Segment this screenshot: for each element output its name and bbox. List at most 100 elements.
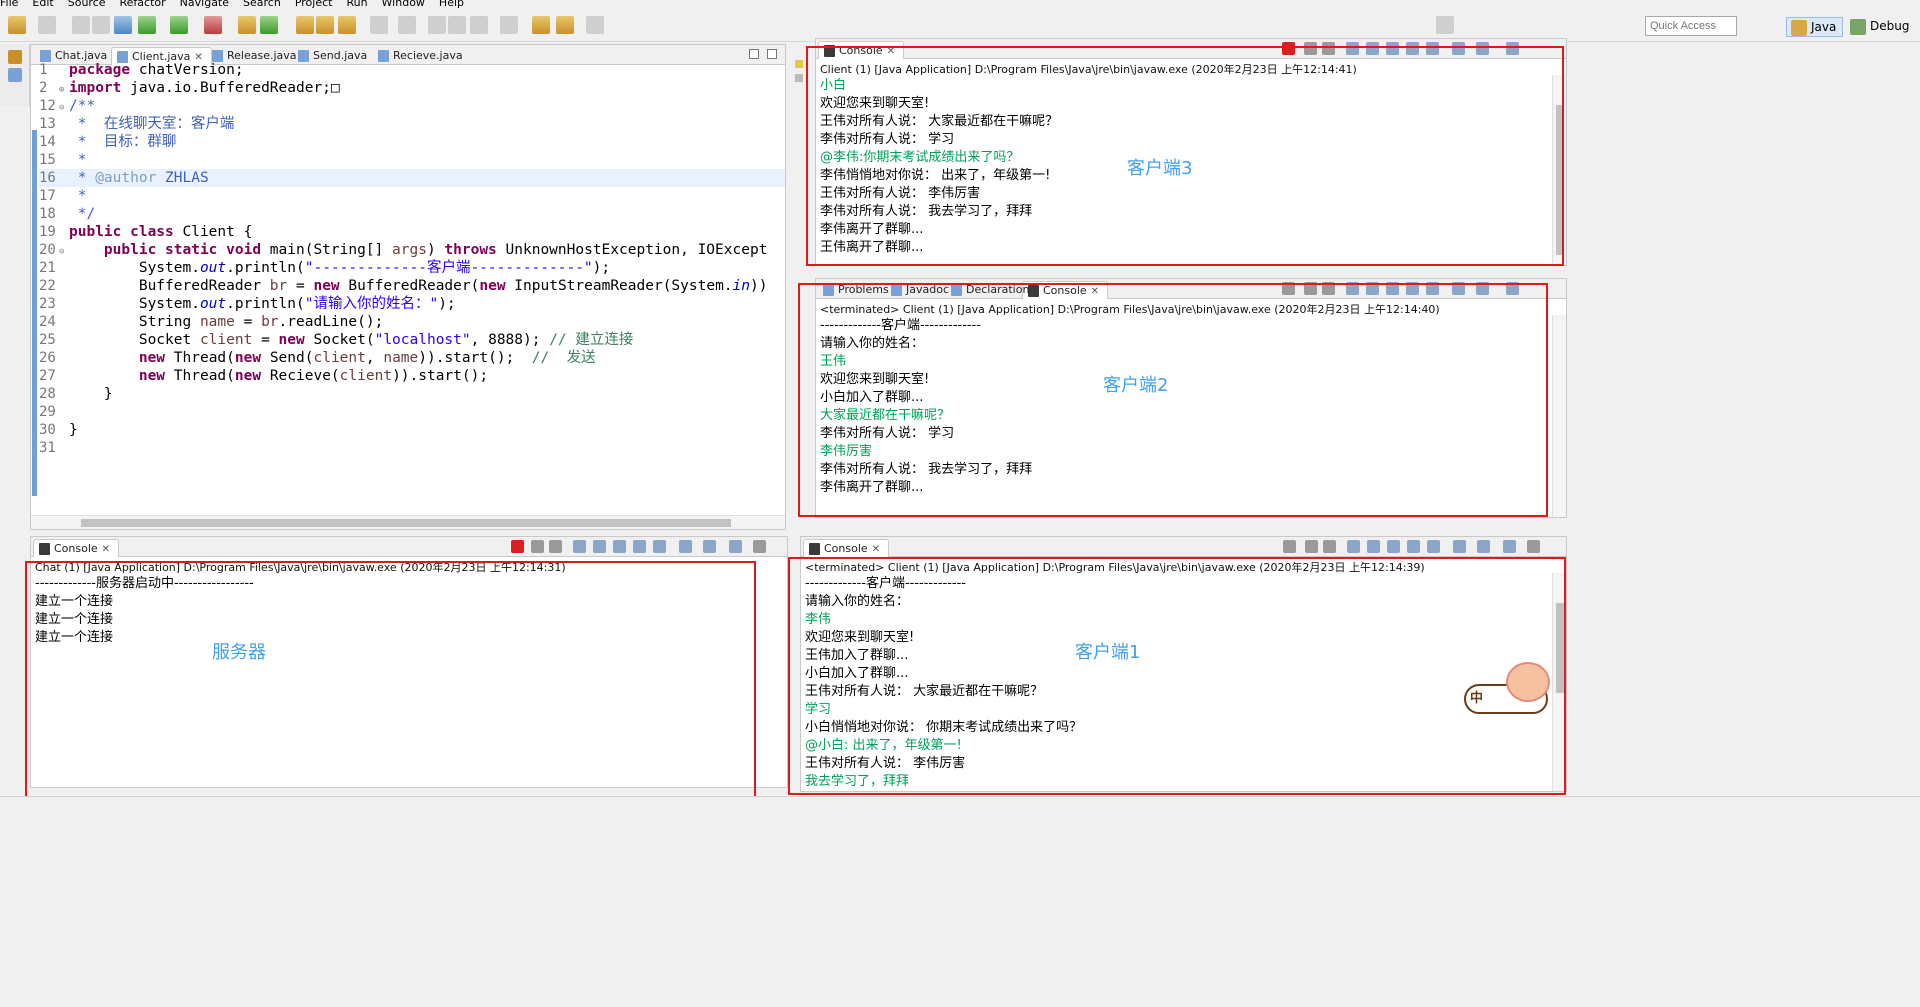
coverage-icon[interactable]	[204, 16, 222, 34]
code-line[interactable]: 29	[39, 403, 785, 421]
back-icon[interactable]	[556, 16, 574, 34]
display-console-icon[interactable]	[1477, 540, 1490, 553]
menu-item-edit[interactable]: Edit	[32, 0, 53, 8]
clear-console-icon[interactable]	[573, 540, 586, 553]
code-line[interactable]: 24 String name = br.readLine();	[39, 313, 785, 331]
line-number: 22	[39, 278, 56, 294]
menu-item-navigate[interactable]: Navigate	[180, 0, 229, 8]
code-line[interactable]: 2 ⊕ import java.io.BufferedReader;□	[39, 79, 785, 97]
external-tools-icon[interactable]	[260, 16, 278, 34]
scroll-thumb[interactable]	[81, 519, 731, 527]
remove-all-icon[interactable]	[1323, 540, 1336, 553]
code-line[interactable]: 16 * @author ZHLAS	[39, 169, 785, 187]
display-console-icon[interactable]	[703, 540, 716, 553]
code-line[interactable]: 18 */	[39, 205, 785, 223]
open-folder-icon[interactable]	[296, 16, 314, 34]
code-line[interactable]: 12 ⊖/**	[39, 97, 785, 115]
minimize-icon[interactable]	[749, 49, 759, 59]
code-line[interactable]: 30}	[39, 421, 785, 439]
editor-horizontal-scrollbar[interactable]	[31, 515, 785, 529]
code-line[interactable]: 14 * 目标：群聊	[39, 133, 785, 151]
search-icon[interactable]	[338, 16, 356, 34]
code-line[interactable]: 23 System.out.println("请输入你的姓名：");	[39, 295, 785, 313]
clear-console-icon[interactable]	[1347, 540, 1360, 553]
remove-launch-icon[interactable]	[1305, 540, 1318, 553]
next-annotation-icon[interactable]	[470, 16, 488, 34]
close-icon[interactable]: ✕	[102, 544, 110, 555]
menu-item-window[interactable]: Window	[382, 0, 425, 8]
terminate-icon[interactable]	[511, 540, 524, 553]
word-wrap-icon[interactable]	[613, 540, 626, 553]
code-area[interactable]: 1 package chatVersion; 2 ⊕ import java.io.Bu…	[39, 61, 785, 515]
code-text: new Thread(new Recieve(client)).start();	[138, 368, 489, 384]
new-java-project-icon[interactable]	[238, 16, 256, 34]
minimize-icon[interactable]	[753, 540, 766, 553]
menu-item-run[interactable]: Run	[346, 0, 367, 8]
new-file-icon[interactable]	[8, 16, 26, 34]
menu-item-help[interactable]: Help	[439, 0, 464, 8]
open-console-icon[interactable]	[1503, 540, 1516, 553]
open-perspective-icon[interactable]	[1436, 16, 1454, 34]
show-on-error-icon[interactable]	[653, 540, 666, 553]
warning-marker-icon[interactable]	[795, 60, 803, 68]
console-vertical-scrollbar[interactable]	[1552, 315, 1566, 517]
show-on-output-icon[interactable]	[633, 540, 646, 553]
code-line[interactable]: 26 new Thread(new Send(client, name)).st…	[39, 349, 785, 367]
menu-item-project[interactable]: Project	[295, 0, 333, 8]
outline-icon[interactable]	[8, 68, 22, 82]
open-console-icon[interactable]	[729, 540, 742, 553]
code-line[interactable]: 15 *	[39, 151, 785, 169]
code-line[interactable]: 21 System.out.println("-------------客户端-…	[39, 259, 785, 277]
menu-item-source[interactable]: Source	[68, 0, 106, 8]
tab-console[interactable]: Console ✕	[803, 539, 890, 557]
maximize-icon[interactable]	[767, 49, 777, 59]
menu-item-refactor[interactable]: Refactor	[120, 0, 166, 8]
remove-launch-icon[interactable]	[531, 540, 544, 553]
debug-icon[interactable]	[138, 16, 156, 34]
menu-item-search[interactable]: Search	[243, 0, 281, 8]
perspective-debug-button[interactable]: Debug	[1846, 17, 1915, 37]
skip-breakpoints-icon[interactable]	[114, 16, 132, 34]
word-wrap-icon[interactable]	[1387, 540, 1400, 553]
code-line[interactable]: 27 new Thread(new Recieve(client)).start…	[39, 367, 785, 385]
minimize-icon[interactable]	[1527, 540, 1540, 553]
remove-all-icon[interactable]	[549, 540, 562, 553]
block-selection-icon[interactable]	[428, 16, 446, 34]
package-explorer-icon[interactable]	[8, 50, 22, 64]
show-on-error-icon[interactable]	[1427, 540, 1440, 553]
pin-console-icon[interactable]	[679, 540, 692, 553]
code-line[interactable]: 19 public class Client {	[39, 223, 785, 241]
toggle-mark-icon[interactable]	[398, 16, 416, 34]
code-line[interactable]: 25 Socket client = new Socket("localhost…	[39, 331, 785, 349]
terminate-icon[interactable]	[1283, 540, 1296, 553]
code-line[interactable]: 13 * 在线聊天室：客户端	[39, 115, 785, 133]
close-icon[interactable]: ✕	[872, 544, 880, 555]
open-type-icon[interactable]	[38, 16, 56, 34]
perspective-java-button[interactable]: Java	[1786, 17, 1844, 37]
code-line[interactable]: 22 BufferedReader br = new BufferedReade…	[39, 277, 785, 295]
scroll-lock-icon[interactable]	[1367, 540, 1380, 553]
code-line[interactable]: 28 }	[39, 385, 785, 403]
marker-icon[interactable]	[795, 74, 803, 82]
code-line[interactable]: 31	[39, 439, 785, 457]
code-line[interactable]: 17 *	[39, 187, 785, 205]
previous-annotation-icon[interactable]	[500, 16, 518, 34]
run-icon[interactable]	[170, 16, 188, 34]
save-icon[interactable]	[72, 16, 90, 34]
input-method-mascot[interactable]: 中	[1464, 662, 1554, 714]
last-edit-icon[interactable]	[532, 16, 550, 34]
forward-icon[interactable]	[586, 16, 604, 34]
code-line[interactable]: 1 package chatVersion;	[39, 61, 785, 79]
tab-console[interactable]: Console ✕	[33, 539, 120, 557]
code-line[interactable]: 20 ⊖ public static void main(String[] arg…	[39, 241, 785, 259]
menu-item-file[interactable]: File	[0, 0, 18, 8]
word-wrap-icon[interactable]	[448, 16, 466, 34]
show-on-output-icon[interactable]	[1407, 540, 1420, 553]
save-all-icon[interactable]	[92, 16, 110, 34]
pin-console-icon[interactable]	[1453, 540, 1466, 553]
scroll-lock-icon[interactable]	[593, 540, 606, 553]
quick-access-input[interactable]	[1645, 16, 1737, 36]
tab-label: Console	[824, 542, 868, 555]
annotation-icon[interactable]	[370, 16, 388, 34]
open-task-icon[interactable]	[316, 16, 334, 34]
